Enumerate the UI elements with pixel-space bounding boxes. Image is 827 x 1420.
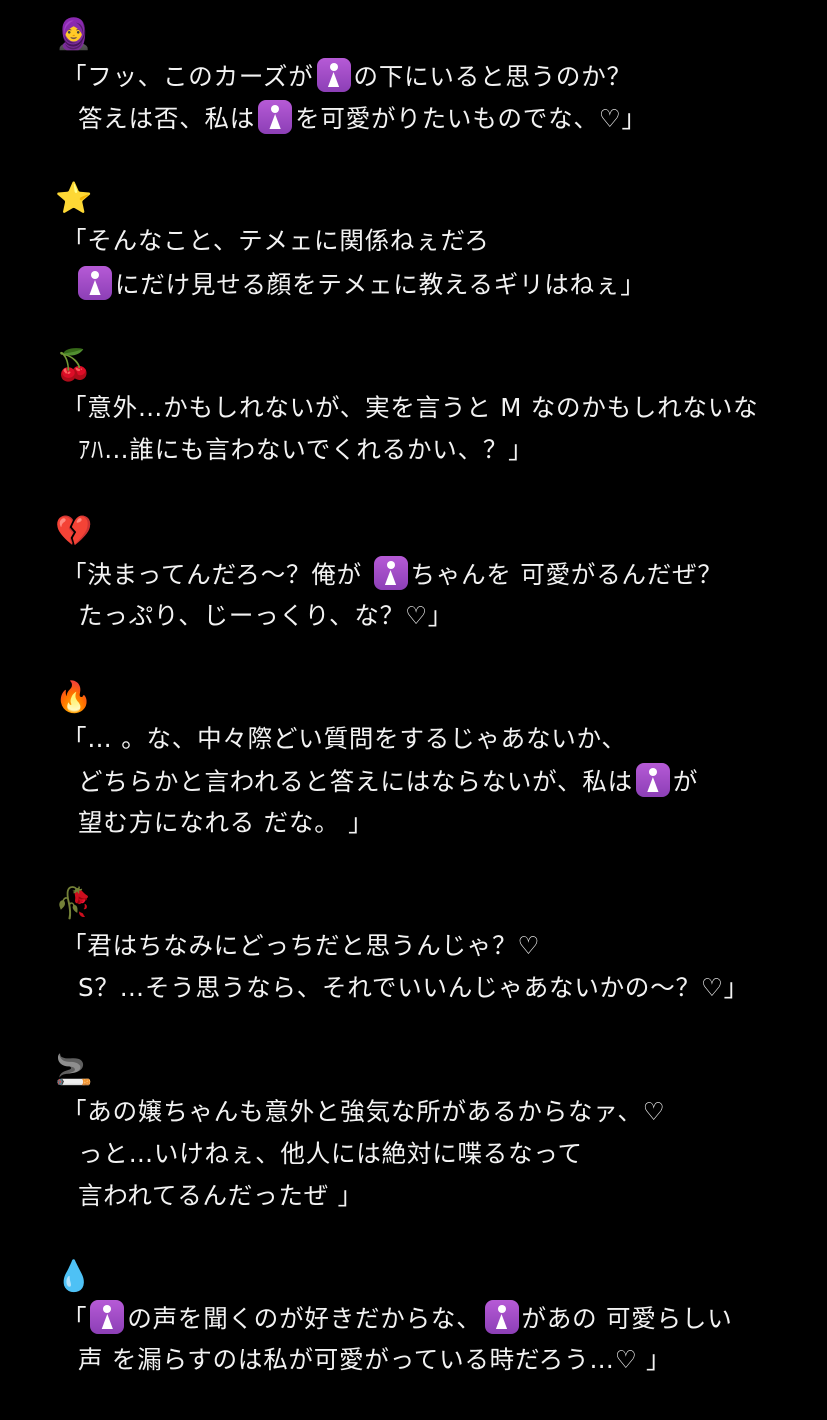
text-segment: 「 — [62, 1304, 88, 1333]
entry-7-line-3: 言われてるんだったぜ 」 — [78, 1178, 363, 1214]
womens-room-icon — [258, 100, 293, 134]
text-segment: 「… 。な、中々際どい質問をするじゃあないか、 — [62, 724, 627, 753]
womens-room-icon — [316, 58, 351, 92]
fire-icon: 🔥 — [55, 680, 93, 715]
text-segment: を可愛がりたいものでな、♡」 — [295, 104, 647, 133]
womens-room-icon — [635, 763, 670, 797]
entry-2-line-1: 「そんなこと、テメェに関係ねぇだろ — [62, 223, 490, 259]
entry-5-line-3: 望む方になれる だな。 」 — [78, 805, 373, 841]
text-segment: 言われてるんだったぜ 」 — [78, 1181, 363, 1210]
star-icon: ⭐ — [55, 181, 93, 216]
text-segment: ｱﾊ…誰にも言わないでくれるかい、？」 — [78, 435, 534, 464]
entry-8-line-1: 「 の声を聞くのが好きだからな、 があの 可愛らしい — [62, 1300, 733, 1337]
cigarette-icon: 🚬 — [55, 1053, 93, 1088]
text-segment: 「君はちなみにどっちだと思うんじゃ？♡ — [62, 931, 541, 960]
entry-1-line-2: 答えは否、私は を可愛がりたいものでな、♡」 — [78, 100, 647, 137]
text-segment: が — [672, 767, 699, 796]
text-segment: っと…いけねぇ、他人には絶対に喋るなって — [78, 1139, 583, 1168]
text-segment: 「フッ、このカーズが — [62, 62, 314, 91]
notes-screen: 🧕 「フッ、このカーズが の下にいると思うのか？ 答えは否、私は を可愛がりたいもの… — [0, 0, 827, 1420]
text-segment: 声 を漏らすのは私が可愛がっている時だろう…♡ 」 — [78, 1345, 672, 1374]
woman-with-headscarf-icon: 🧕 — [55, 17, 93, 52]
text-segment: 「決まってんだろ〜？俺が — [62, 560, 371, 589]
cherries-icon: 🍒 — [55, 348, 93, 383]
wilted-flower-icon: 🥀 — [55, 886, 93, 921]
entry-6-line-1: 「君はちなみにどっちだと思うんじゃ？♡ — [62, 928, 540, 964]
text-segment: たっぷり、じーっくり、な？♡」 — [78, 601, 454, 630]
womens-room-icon — [484, 1300, 519, 1334]
entry-7-line-1: 「あの嬢ちゃんも意外と強気な所があるからなァ、♡ — [62, 1094, 665, 1130]
text-segment: 答えは否、私は — [78, 104, 256, 133]
entry-4-line-2: たっぷり、じーっくり、な？♡」 — [78, 598, 453, 634]
entry-5-line-2: どちらかと言われると答えにはならないが、私は が — [78, 763, 698, 800]
text-segment: の下にいると思うのか？ — [353, 62, 632, 91]
entry-8-line-2: 声 を漏らすのは私が可愛がっている時だろう…♡ 」 — [78, 1342, 671, 1378]
entry-4-line-1: 「決まってんだろ〜？俺が ちゃんを 可愛がるんだぜ？ — [62, 556, 723, 593]
text-segment: 望む方になれる だな。 」 — [78, 808, 374, 837]
entry-1-line-1: 「フッ、このカーズが の下にいると思うのか？ — [62, 58, 632, 95]
text-segment: S？…そう思うなら、それでいいんじゃあないかの〜？♡」 — [78, 973, 749, 1002]
droplet-icon: 💧 — [55, 1259, 93, 1294]
womens-room-icon — [90, 1300, 125, 1334]
text-segment: ちゃんを 可愛がるんだぜ？ — [410, 560, 723, 589]
womens-room-icon — [373, 556, 408, 590]
entry-3-line-1: 「意外…かもしれないが、実を言うと M なのかもしれないな — [62, 390, 758, 426]
text-segment: にだけ見せる顔をテメェに教えるギリはねぇ」 — [115, 270, 646, 299]
text-segment: 「あの嬢ちゃんも意外と強気な所があるからなァ、♡ — [62, 1097, 666, 1126]
text-segment: 「意外…かもしれないが、実を言うと M なのかもしれないな — [62, 393, 759, 422]
entry-3-line-2: ｱﾊ…誰にも言わないでくれるかい、？」 — [78, 432, 533, 468]
text-segment: どちらかと言われると答えにはならないが、私は — [78, 767, 633, 796]
entry-6-line-2: S？…そう思うなら、それでいいんじゃあないかの〜？♡」 — [78, 970, 749, 1006]
entry-2-line-2: にだけ見せる顔をテメェに教えるギリはねぇ」 — [78, 266, 646, 303]
womens-room-icon — [78, 266, 112, 300]
text-segment: 「そんなこと、テメェに関係ねぇだろ — [62, 226, 490, 255]
entry-7-line-2: っと…いけねぇ、他人には絶対に喋るなって — [78, 1136, 583, 1172]
text-segment: の声を聞くのが好きだからな、 — [127, 1304, 482, 1333]
text-segment: があの 可愛らしい — [521, 1304, 733, 1333]
broken-heart-icon: 💔 — [55, 514, 93, 549]
entry-5-line-1: 「… 。な、中々際どい質問をするじゃあないか、 — [62, 721, 627, 757]
